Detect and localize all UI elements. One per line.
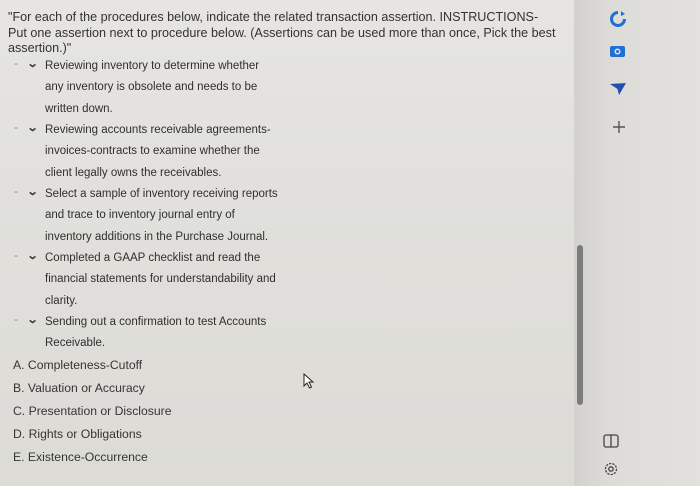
chevron-down-icon[interactable]: ⌄ (27, 249, 39, 262)
procedure-text: Completed a GAAP checklist and read the … (45, 248, 285, 312)
procedure-line: Receivable. (45, 337, 106, 350)
mouse-cursor-icon (303, 373, 315, 389)
procedure-text: Reviewing inventory to determine whether… (45, 56, 285, 120)
copy-icon[interactable] (602, 432, 620, 450)
refresh-icon[interactable] (609, 10, 627, 28)
settings-icon[interactable] (602, 460, 620, 478)
procedure-text: Reviewing accounts receivable agreements… (45, 120, 285, 184)
option-d: D. Rights or Obligations (13, 427, 142, 441)
plus-icon[interactable] (610, 118, 628, 136)
procedure-line: Select a sample of inventory receiving r… (45, 188, 278, 200)
procedure-line: inventory additions in the Purchase Jour… (45, 230, 269, 243)
procedure-line: invoices-contracts to examine whether th… (45, 145, 260, 158)
dash-marker: - (14, 56, 18, 70)
chevron-down-icon[interactable]: ⌄ (27, 185, 39, 198)
dash-marker: - (14, 312, 18, 326)
send-icon[interactable] (609, 80, 627, 98)
procedure-line: Reviewing inventory to determine whether (45, 60, 260, 72)
chevron-down-icon[interactable]: ⌄ (27, 313, 39, 326)
dash-marker: - (14, 248, 18, 262)
procedure-text: Select a sample of inventory receiving r… (45, 184, 285, 248)
procedure-line: any inventory is obsolete and needs to b… (45, 81, 258, 94)
camera-icon[interactable] (609, 42, 627, 60)
procedure-line: Sending out a confirmation to test Accou… (45, 316, 267, 328)
procedure-line: Completed a GAAP checklist and read the (45, 252, 261, 264)
procedure-line: client legally owns the receivables. (45, 166, 222, 179)
chevron-down-icon[interactable]: ⌄ (27, 57, 39, 70)
procedure-line: Reviewing accounts receivable agreements… (45, 124, 271, 136)
question-page: "For each of the procedures below, indic… (0, 0, 574, 486)
procedure-text: Sending out a confirmation to test Accou… (45, 312, 285, 355)
option-e: E. Existence-Occurrence (13, 450, 148, 464)
option-a: A. Completeness-Cutoff (13, 358, 143, 372)
right-toolbar (574, 0, 700, 486)
dash-marker: - (14, 184, 18, 198)
procedure-line: clarity. (45, 294, 78, 307)
scrollbar-thumb[interactable] (577, 245, 583, 405)
chevron-down-icon[interactable]: ⌄ (27, 121, 39, 134)
option-c: C. Presentation or Disclosure (13, 404, 172, 418)
assertion-options: A. Completeness-Cutoff B. Valuation or A… (13, 354, 172, 469)
option-b: B. Valuation or Accuracy (13, 381, 145, 395)
question-text: "For each of the procedures below, indic… (8, 10, 556, 55)
procedure-line: written down. (45, 102, 113, 115)
procedure-line: and trace to inventory journal entry of (45, 209, 235, 222)
dash-marker: - (14, 120, 18, 134)
procedure-line: financial statements for understandabili… (45, 273, 276, 286)
